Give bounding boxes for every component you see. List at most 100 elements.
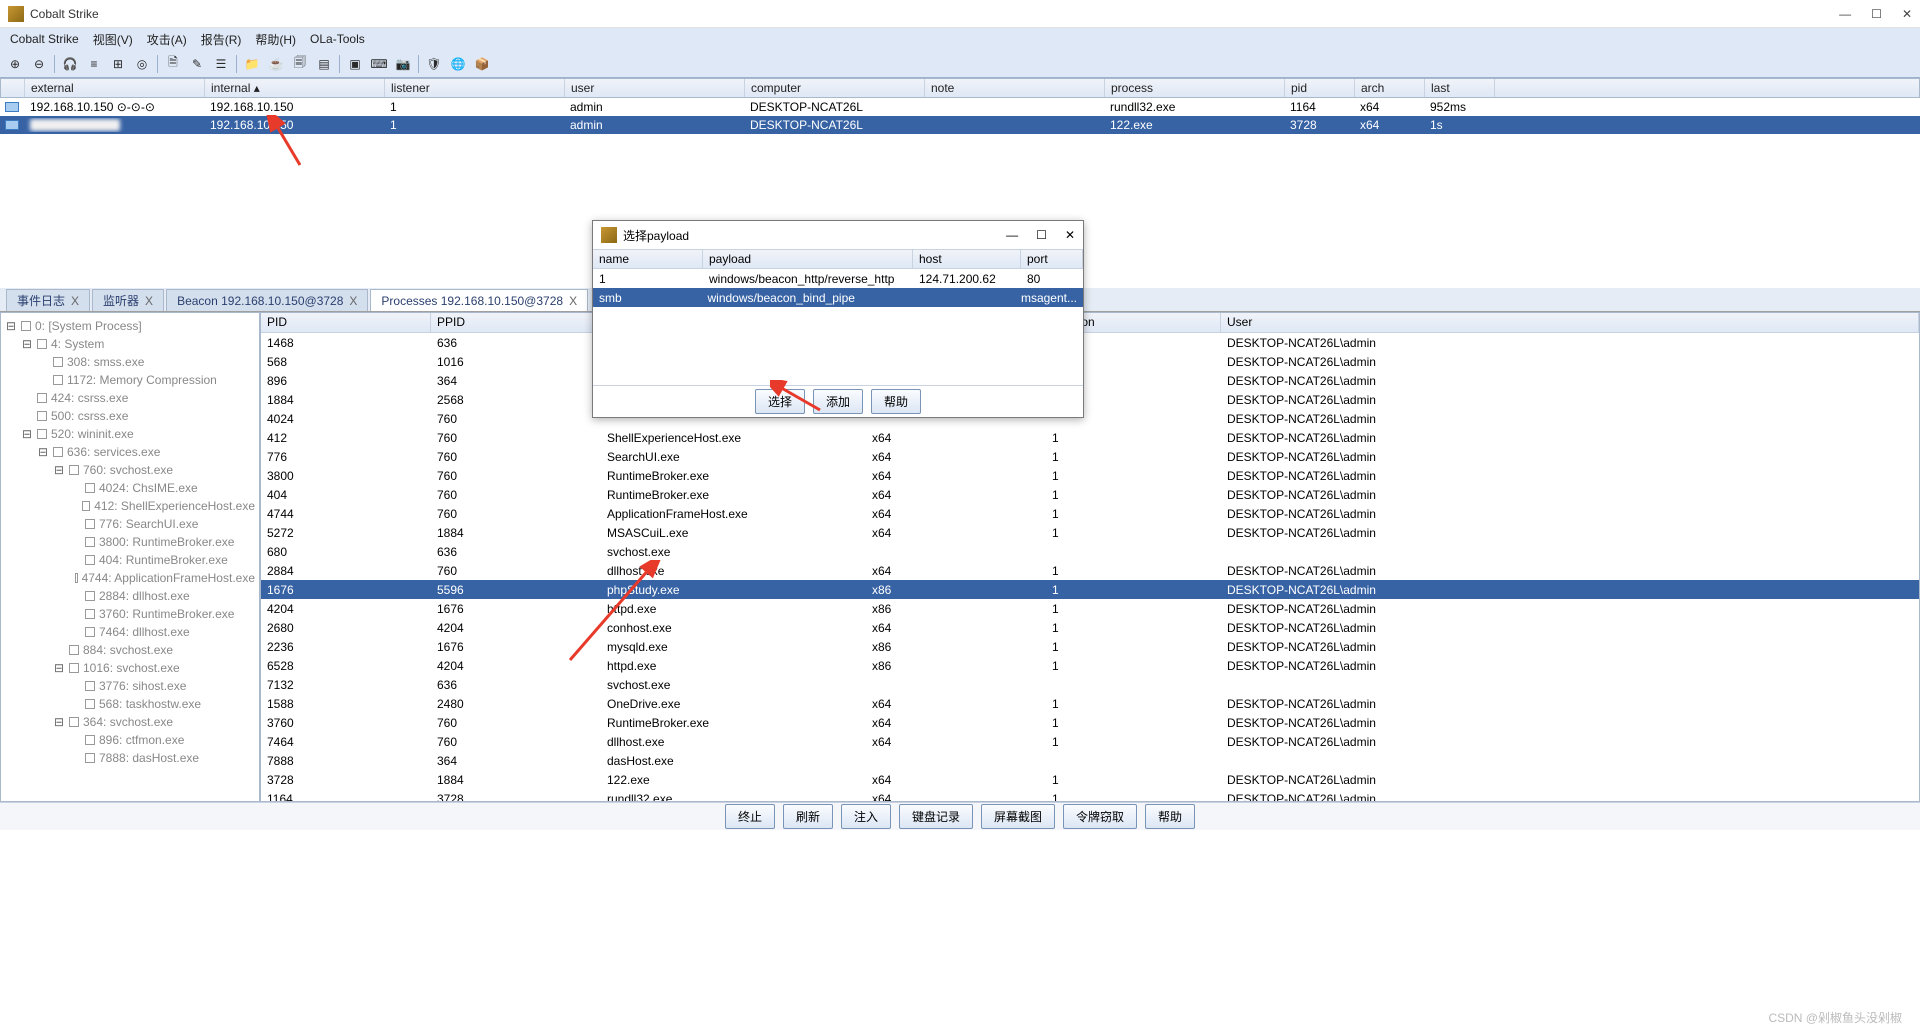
tree-node[interactable]: 4744: ApplicationFrameHost.exe — [5, 569, 255, 587]
tree-node[interactable]: 3776: sihost.exe — [5, 677, 255, 695]
process-row[interactable]: 11643728rundll32.exex641DESKTOP-NCAT26L\… — [261, 789, 1919, 801]
grid-icon[interactable]: ⊞ — [109, 55, 127, 73]
menu-item[interactable]: 视图(V) — [87, 29, 139, 50]
tree-node[interactable]: 500: csrss.exe — [5, 407, 255, 425]
payload-row[interactable]: 1windows/beacon_http/reverse_http124.71.… — [593, 269, 1083, 288]
tree-node[interactable]: 1172: Memory Compression — [5, 371, 255, 389]
process-row[interactable]: 16765596phpStudy.exex861DESKTOP-NCAT26L\… — [261, 580, 1919, 599]
col-computer[interactable]: computer — [745, 79, 925, 97]
col-external[interactable]: external — [25, 79, 205, 97]
dialog-close[interactable]: ✕ — [1065, 228, 1075, 242]
dlg-col-host[interactable]: host — [913, 250, 1021, 268]
dialog-button[interactable]: 选择 — [755, 389, 805, 414]
tab-close-icon[interactable]: X — [145, 294, 153, 308]
tree-node[interactable]: 412: ShellExperienceHost.exe — [5, 497, 255, 515]
doc-icon[interactable]: 🗎 — [164, 55, 182, 73]
process-row[interactable]: 2884760dllhost.exex641DESKTOP-NCAT26L\ad… — [261, 561, 1919, 580]
process-row[interactable]: 22361676mysqld.exex861DESKTOP-NCAT26L\ad… — [261, 637, 1919, 656]
menu-item[interactable]: Cobalt Strike — [4, 30, 85, 48]
edit-icon[interactable]: ✎ — [188, 55, 206, 73]
tab-close-icon[interactable]: X — [349, 294, 357, 308]
target-icon[interactable]: ◎ — [133, 55, 151, 73]
process-row[interactable]: 42041676httpd.exex861DESKTOP-NCAT26L\adm… — [261, 599, 1919, 618]
menu-item[interactable]: 帮助(H) — [249, 29, 302, 50]
folder-icon[interactable]: 📁 — [243, 55, 261, 73]
connect-icon[interactable]: ⊕ — [6, 55, 24, 73]
note-icon[interactable]: 🗐 — [291, 55, 309, 73]
action-button[interactable]: 注入 — [841, 804, 891, 829]
action-button[interactable]: 屏幕截图 — [981, 804, 1055, 829]
process-row[interactable]: 18842568DESKTOP-NCAT26L\admin — [261, 390, 1919, 409]
payload-row[interactable]: smbwindows/beacon_bind_pipemsagent... — [593, 288, 1083, 307]
process-row[interactable]: 7888364dasHost.exe — [261, 751, 1919, 770]
process-row[interactable]: 3760760RuntimeBroker.exex641DESKTOP-NCAT… — [261, 713, 1919, 732]
dialog-button[interactable]: 添加 — [813, 389, 863, 414]
tab-close-icon[interactable]: X — [71, 294, 79, 308]
col-process[interactable]: process — [1105, 79, 1285, 97]
process-row[interactable]: 896364DESKTOP-NCAT26L\admin — [261, 371, 1919, 390]
action-button[interactable]: 帮助 — [1145, 804, 1195, 829]
globe-icon[interactable]: 🌐 — [449, 55, 467, 73]
process-row[interactable]: 776760SearchUI.exex641DESKTOP-NCAT26L\ad… — [261, 447, 1919, 466]
tree-node[interactable]: 3800: RuntimeBroker.exe — [5, 533, 255, 551]
keyboard-icon[interactable]: ⌨ — [370, 55, 388, 73]
tab-close-icon[interactable]: X — [569, 294, 577, 308]
tree-node[interactable]: ⊟4: System — [5, 335, 255, 353]
tree-node[interactable]: 7888: dasHost.exe — [5, 749, 255, 767]
tree-node[interactable]: ⊟520: wininit.exe — [5, 425, 255, 443]
tab[interactable]: 监听器X — [92, 289, 164, 311]
tree-node[interactable]: 424: csrss.exe — [5, 389, 255, 407]
col-note[interactable]: note — [925, 79, 1105, 97]
col-listener[interactable]: listener — [385, 79, 565, 97]
process-row[interactable]: 4024760DESKTOP-NCAT26L\admin — [261, 409, 1919, 428]
dialog-minimize[interactable]: — — [1006, 228, 1018, 242]
tab[interactable]: Processes 192.168.10.150@3728X — [370, 289, 588, 311]
col-pid[interactable]: PID — [261, 313, 431, 332]
tree-node[interactable]: 4024: ChsIME.exe — [5, 479, 255, 497]
dialog-button[interactable]: 帮助 — [871, 389, 921, 414]
tree-node[interactable]: ⊟0: [System Process] — [5, 317, 255, 335]
tree-node[interactable]: 308: smss.exe — [5, 353, 255, 371]
process-row[interactable]: 7132636svchost.exe — [261, 675, 1919, 694]
tree-node[interactable]: 3760: RuntimeBroker.exe — [5, 605, 255, 623]
col-user[interactable]: User — [1221, 313, 1919, 332]
tree-node[interactable]: 7464: dllhost.exe — [5, 623, 255, 641]
tree-node[interactable]: ⊟364: svchost.exe — [5, 713, 255, 731]
terminal-icon[interactable]: ▣ — [346, 55, 364, 73]
process-row[interactable]: 3800760RuntimeBroker.exex641DESKTOP-NCAT… — [261, 466, 1919, 485]
col-last[interactable]: last — [1425, 79, 1495, 97]
col-ppid[interactable]: PPID — [431, 313, 601, 332]
dlg-col-payload[interactable]: payload — [703, 250, 913, 268]
session-row[interactable]: 192.168.10.1501admin DESKTOP-NCAT26L122.… — [0, 116, 1920, 134]
action-button[interactable]: 令牌窃取 — [1063, 804, 1137, 829]
process-row[interactable]: 404760RuntimeBroker.exex641DESKTOP-NCAT2… — [261, 485, 1919, 504]
tree-node[interactable]: 776: SearchUI.exe — [5, 515, 255, 533]
tree-node[interactable]: 884: svchost.exe — [5, 641, 255, 659]
maximize-button[interactable]: ☐ — [1871, 7, 1882, 21]
tab[interactable]: 事件日志X — [6, 289, 90, 311]
dlg-col-name[interactable]: name — [593, 250, 703, 268]
list-icon[interactable]: ☰ — [212, 55, 230, 73]
process-row[interactable]: 26804204conhost.exex641DESKTOP-NCAT26L\a… — [261, 618, 1919, 637]
tree-node[interactable]: 2884: dllhost.exe — [5, 587, 255, 605]
process-row[interactable]: 15882480OneDrive.exex641DESKTOP-NCAT26L\… — [261, 694, 1919, 713]
col-pid[interactable]: pid — [1285, 79, 1355, 97]
process-row[interactable]: 412760ShellExperienceHost.exex641DESKTOP… — [261, 428, 1919, 447]
layout-icon[interactable]: ≡ — [85, 55, 103, 73]
process-row[interactable]: 65284204httpd.exex861DESKTOP-NCAT26L\adm… — [261, 656, 1919, 675]
disconnect-icon[interactable]: ⊖ — [30, 55, 48, 73]
coffee-icon[interactable]: ☕ — [267, 55, 285, 73]
minimize-button[interactable]: — — [1839, 7, 1851, 21]
tree-node[interactable]: 896: ctfmon.exe — [5, 731, 255, 749]
headset-icon[interactable]: 🎧 — [61, 55, 79, 73]
camera-icon[interactable]: 📷 — [394, 55, 412, 73]
box-icon[interactable]: 📦 — [473, 55, 491, 73]
tree-node[interactable]: 568: taskhostw.exe — [5, 695, 255, 713]
action-button[interactable]: 终止 — [725, 804, 775, 829]
action-button[interactable]: 键盘记录 — [899, 804, 973, 829]
tree-node[interactable]: ⊟760: svchost.exe — [5, 461, 255, 479]
process-row[interactable]: 52721884MSASCuiL.exex641DESKTOP-NCAT26L\… — [261, 523, 1919, 542]
col-internal[interactable]: internal ▴ — [205, 79, 385, 97]
tab[interactable]: Beacon 192.168.10.150@3728X — [166, 289, 368, 311]
menu-item[interactable]: 攻击(A) — [141, 29, 193, 50]
